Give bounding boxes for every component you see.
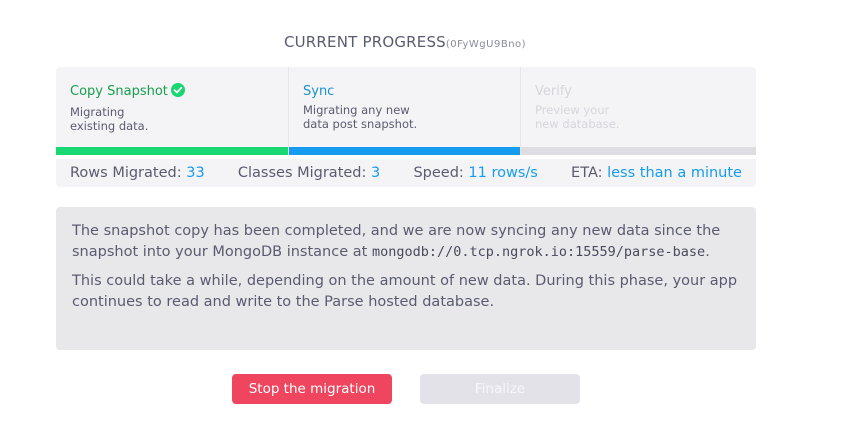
step-description: Migrating existing data. <box>70 105 274 133</box>
stat-classes-migrated: Classes Migrated: 3 <box>238 165 380 181</box>
step-progress-bar <box>56 147 288 155</box>
stat-eta: ETA: less than a minute <box>571 165 742 181</box>
status-message-paragraph: The snapshot copy has been completed, an… <box>72 221 740 263</box>
step-copy-snapshot: Copy Snapshot Migrating existing data. <box>56 67 288 155</box>
stat-value: 3 <box>371 165 381 181</box>
step-progress-bar <box>289 147 520 155</box>
stat-value: 11 rows/s <box>468 165 538 181</box>
stat-rows-migrated: Rows Migrated: 33 <box>70 165 205 181</box>
step-title: Sync <box>303 84 335 99</box>
step-progress-bar <box>521 147 756 155</box>
stat-label: Rows Migrated: <box>70 165 182 181</box>
page-title-text: CURRENT PROGRESS <box>283 33 446 51</box>
stat-value: 33 <box>186 165 205 181</box>
mongodb-connection-uri: mongodb://0.tcp.ngrok.io:15559/parse-bas… <box>371 244 706 260</box>
status-message-box: The snapshot copy has been completed, an… <box>56 207 756 350</box>
step-description: Preview your new database. <box>535 103 742 131</box>
step-verify: Verify Preview your new database. <box>520 67 756 155</box>
status-message-text: . <box>705 244 710 260</box>
step-title: Verify <box>535 84 572 99</box>
step-description-line: Preview your <box>535 103 610 117</box>
step-description: Migrating any new data post snapshot. <box>303 103 506 131</box>
stat-value: less than a minute <box>607 165 742 181</box>
page-title: CURRENT PROGRESS(0FyWgU9Bno) <box>0 33 810 51</box>
step-description-line: existing data. <box>70 119 149 133</box>
stop-migration-button[interactable]: Stop the migration <box>232 374 392 404</box>
app-id: (0FyWgU9Bno) <box>445 39 527 50</box>
step-title: Copy Snapshot <box>70 83 274 102</box>
check-circle-icon <box>170 83 185 102</box>
finalize-button[interactable]: Finalize <box>420 374 580 404</box>
status-message-paragraph: This could take a while, depending on th… <box>72 273 738 310</box>
step-sync: Sync Migrating any new data post snapsho… <box>288 67 520 155</box>
stat-label: ETA: <box>571 165 603 181</box>
step-description-line: Migrating any new <box>303 103 410 117</box>
step-description-line: Migrating <box>70 105 125 119</box>
step-description-line: new database. <box>535 117 620 131</box>
migration-stats: Rows Migrated: 33 Classes Migrated: 3 Sp… <box>56 159 756 187</box>
stat-label: Classes Migrated: <box>237 165 367 181</box>
stat-speed: Speed: 11 rows/s <box>413 165 537 181</box>
stat-label: Speed: <box>413 165 464 181</box>
step-description-line: data post snapshot. <box>303 117 418 131</box>
migration-steps: Copy Snapshot Migrating existing data. S… <box>56 67 756 155</box>
step-title-label: Copy Snapshot <box>70 84 168 99</box>
